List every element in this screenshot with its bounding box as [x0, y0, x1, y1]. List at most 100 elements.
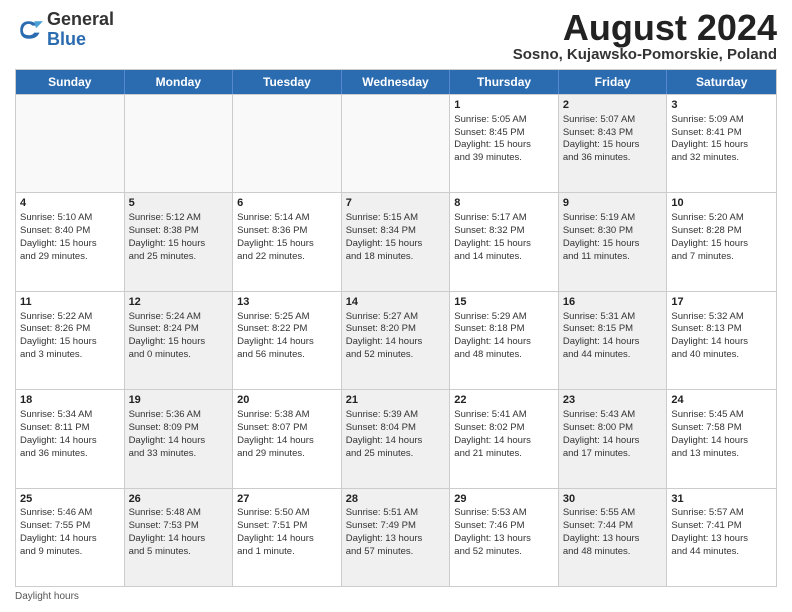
- day-number: 25: [20, 492, 120, 507]
- day-number: 19: [129, 393, 229, 408]
- day-number: 1: [454, 98, 554, 113]
- day-number: 13: [237, 295, 337, 310]
- day-number: 3: [671, 98, 772, 113]
- day-info: Sunrise: 5:27 AM Sunset: 8:20 PM Dayligh…: [346, 311, 423, 360]
- calendar-body: 1Sunrise: 5:05 AM Sunset: 8:45 PM Daylig…: [16, 94, 776, 586]
- day-info: Sunrise: 5:05 AM Sunset: 8:45 PM Dayligh…: [454, 114, 531, 163]
- day-number: 29: [454, 492, 554, 507]
- calendar-cell: 8Sunrise: 5:17 AM Sunset: 8:32 PM Daylig…: [450, 193, 559, 290]
- calendar-cell: 5Sunrise: 5:12 AM Sunset: 8:38 PM Daylig…: [125, 193, 234, 290]
- calendar-cell: 9Sunrise: 5:19 AM Sunset: 8:30 PM Daylig…: [559, 193, 668, 290]
- day-number: 11: [20, 295, 120, 310]
- logo-icon: [15, 16, 43, 44]
- weekday-header: Friday: [559, 70, 668, 94]
- day-number: 4: [20, 196, 120, 211]
- calendar-row: 18Sunrise: 5:34 AM Sunset: 8:11 PM Dayli…: [16, 389, 776, 487]
- day-number: 16: [563, 295, 663, 310]
- calendar-cell: 13Sunrise: 5:25 AM Sunset: 8:22 PM Dayli…: [233, 292, 342, 389]
- day-info: Sunrise: 5:51 AM Sunset: 7:49 PM Dayligh…: [346, 507, 423, 556]
- calendar-cell: 12Sunrise: 5:24 AM Sunset: 8:24 PM Dayli…: [125, 292, 234, 389]
- day-number: 21: [346, 393, 446, 408]
- calendar-cell: 4Sunrise: 5:10 AM Sunset: 8:40 PM Daylig…: [16, 193, 125, 290]
- day-info: Sunrise: 5:20 AM Sunset: 8:28 PM Dayligh…: [671, 212, 748, 261]
- calendar: SundayMondayTuesdayWednesdayThursdayFrid…: [15, 69, 777, 587]
- calendar-cell: 23Sunrise: 5:43 AM Sunset: 8:00 PM Dayli…: [559, 390, 668, 487]
- day-info: Sunrise: 5:12 AM Sunset: 8:38 PM Dayligh…: [129, 212, 206, 261]
- calendar-cell: 1Sunrise: 5:05 AM Sunset: 8:45 PM Daylig…: [450, 95, 559, 192]
- calendar-cell: 25Sunrise: 5:46 AM Sunset: 7:55 PM Dayli…: [16, 489, 125, 586]
- day-number: 20: [237, 393, 337, 408]
- day-number: 8: [454, 196, 554, 211]
- weekday-header: Monday: [125, 70, 234, 94]
- day-info: Sunrise: 5:22 AM Sunset: 8:26 PM Dayligh…: [20, 311, 97, 360]
- title-block: August 2024 Sosno, Kujawsko-Pomorskie, P…: [513, 10, 777, 63]
- calendar-cell: 22Sunrise: 5:41 AM Sunset: 8:02 PM Dayli…: [450, 390, 559, 487]
- calendar-row: 1Sunrise: 5:05 AM Sunset: 8:45 PM Daylig…: [16, 94, 776, 192]
- weekday-header: Tuesday: [233, 70, 342, 94]
- day-info: Sunrise: 5:15 AM Sunset: 8:34 PM Dayligh…: [346, 212, 423, 261]
- calendar-cell: [342, 95, 451, 192]
- weekday-header: Saturday: [667, 70, 776, 94]
- calendar-cell: 18Sunrise: 5:34 AM Sunset: 8:11 PM Dayli…: [16, 390, 125, 487]
- day-info: Sunrise: 5:09 AM Sunset: 8:41 PM Dayligh…: [671, 114, 748, 163]
- day-number: 23: [563, 393, 663, 408]
- weekday-header: Thursday: [450, 70, 559, 94]
- calendar-cell: 7Sunrise: 5:15 AM Sunset: 8:34 PM Daylig…: [342, 193, 451, 290]
- day-info: Sunrise: 5:32 AM Sunset: 8:13 PM Dayligh…: [671, 311, 748, 360]
- day-info: Sunrise: 5:29 AM Sunset: 8:18 PM Dayligh…: [454, 311, 531, 360]
- day-info: Sunrise: 5:46 AM Sunset: 7:55 PM Dayligh…: [20, 507, 97, 556]
- day-info: Sunrise: 5:36 AM Sunset: 8:09 PM Dayligh…: [129, 409, 206, 458]
- calendar-cell: 11Sunrise: 5:22 AM Sunset: 8:26 PM Dayli…: [16, 292, 125, 389]
- day-info: Sunrise: 5:55 AM Sunset: 7:44 PM Dayligh…: [563, 507, 640, 556]
- day-info: Sunrise: 5:48 AM Sunset: 7:53 PM Dayligh…: [129, 507, 206, 556]
- calendar-cell: 27Sunrise: 5:50 AM Sunset: 7:51 PM Dayli…: [233, 489, 342, 586]
- day-number: 17: [671, 295, 772, 310]
- day-number: 5: [129, 196, 229, 211]
- day-info: Sunrise: 5:31 AM Sunset: 8:15 PM Dayligh…: [563, 311, 640, 360]
- day-info: Sunrise: 5:41 AM Sunset: 8:02 PM Dayligh…: [454, 409, 531, 458]
- calendar-cell: 19Sunrise: 5:36 AM Sunset: 8:09 PM Dayli…: [125, 390, 234, 487]
- calendar-cell: 10Sunrise: 5:20 AM Sunset: 8:28 PM Dayli…: [667, 193, 776, 290]
- calendar-cell: 17Sunrise: 5:32 AM Sunset: 8:13 PM Dayli…: [667, 292, 776, 389]
- calendar-cell: [125, 95, 234, 192]
- calendar-cell: 20Sunrise: 5:38 AM Sunset: 8:07 PM Dayli…: [233, 390, 342, 487]
- day-number: 28: [346, 492, 446, 507]
- day-info: Sunrise: 5:14 AM Sunset: 8:36 PM Dayligh…: [237, 212, 314, 261]
- day-number: 24: [671, 393, 772, 408]
- calendar-cell: [233, 95, 342, 192]
- logo-text: General Blue: [47, 10, 114, 50]
- calendar-row: 25Sunrise: 5:46 AM Sunset: 7:55 PM Dayli…: [16, 488, 776, 586]
- calendar-cell: 28Sunrise: 5:51 AM Sunset: 7:49 PM Dayli…: [342, 489, 451, 586]
- day-info: Sunrise: 5:24 AM Sunset: 8:24 PM Dayligh…: [129, 311, 206, 360]
- calendar-cell: 15Sunrise: 5:29 AM Sunset: 8:18 PM Dayli…: [450, 292, 559, 389]
- calendar-row: 4Sunrise: 5:10 AM Sunset: 8:40 PM Daylig…: [16, 192, 776, 290]
- month-title: August 2024: [513, 10, 777, 46]
- logo-general: General: [47, 9, 114, 29]
- day-number: 7: [346, 196, 446, 211]
- calendar-cell: 3Sunrise: 5:09 AM Sunset: 8:41 PM Daylig…: [667, 95, 776, 192]
- day-number: 18: [20, 393, 120, 408]
- day-info: Sunrise: 5:07 AM Sunset: 8:43 PM Dayligh…: [563, 114, 640, 163]
- calendar-cell: 21Sunrise: 5:39 AM Sunset: 8:04 PM Dayli…: [342, 390, 451, 487]
- daylight-label: Daylight hours: [15, 591, 79, 602]
- calendar-cell: 6Sunrise: 5:14 AM Sunset: 8:36 PM Daylig…: [233, 193, 342, 290]
- day-number: 2: [563, 98, 663, 113]
- calendar-cell: [16, 95, 125, 192]
- day-info: Sunrise: 5:39 AM Sunset: 8:04 PM Dayligh…: [346, 409, 423, 458]
- day-number: 15: [454, 295, 554, 310]
- calendar-header: SundayMondayTuesdayWednesdayThursdayFrid…: [16, 70, 776, 94]
- day-info: Sunrise: 5:38 AM Sunset: 8:07 PM Dayligh…: [237, 409, 314, 458]
- day-info: Sunrise: 5:25 AM Sunset: 8:22 PM Dayligh…: [237, 311, 314, 360]
- day-info: Sunrise: 5:43 AM Sunset: 8:00 PM Dayligh…: [563, 409, 640, 458]
- page: General Blue August 2024 Sosno, Kujawsko…: [0, 0, 792, 612]
- location: Sosno, Kujawsko-Pomorskie, Poland: [513, 46, 777, 63]
- day-number: 27: [237, 492, 337, 507]
- day-info: Sunrise: 5:10 AM Sunset: 8:40 PM Dayligh…: [20, 212, 97, 261]
- day-info: Sunrise: 5:53 AM Sunset: 7:46 PM Dayligh…: [454, 507, 531, 556]
- calendar-cell: 2Sunrise: 5:07 AM Sunset: 8:43 PM Daylig…: [559, 95, 668, 192]
- calendar-cell: 14Sunrise: 5:27 AM Sunset: 8:20 PM Dayli…: [342, 292, 451, 389]
- day-number: 30: [563, 492, 663, 507]
- calendar-cell: 26Sunrise: 5:48 AM Sunset: 7:53 PM Dayli…: [125, 489, 234, 586]
- day-number: 9: [563, 196, 663, 211]
- day-number: 26: [129, 492, 229, 507]
